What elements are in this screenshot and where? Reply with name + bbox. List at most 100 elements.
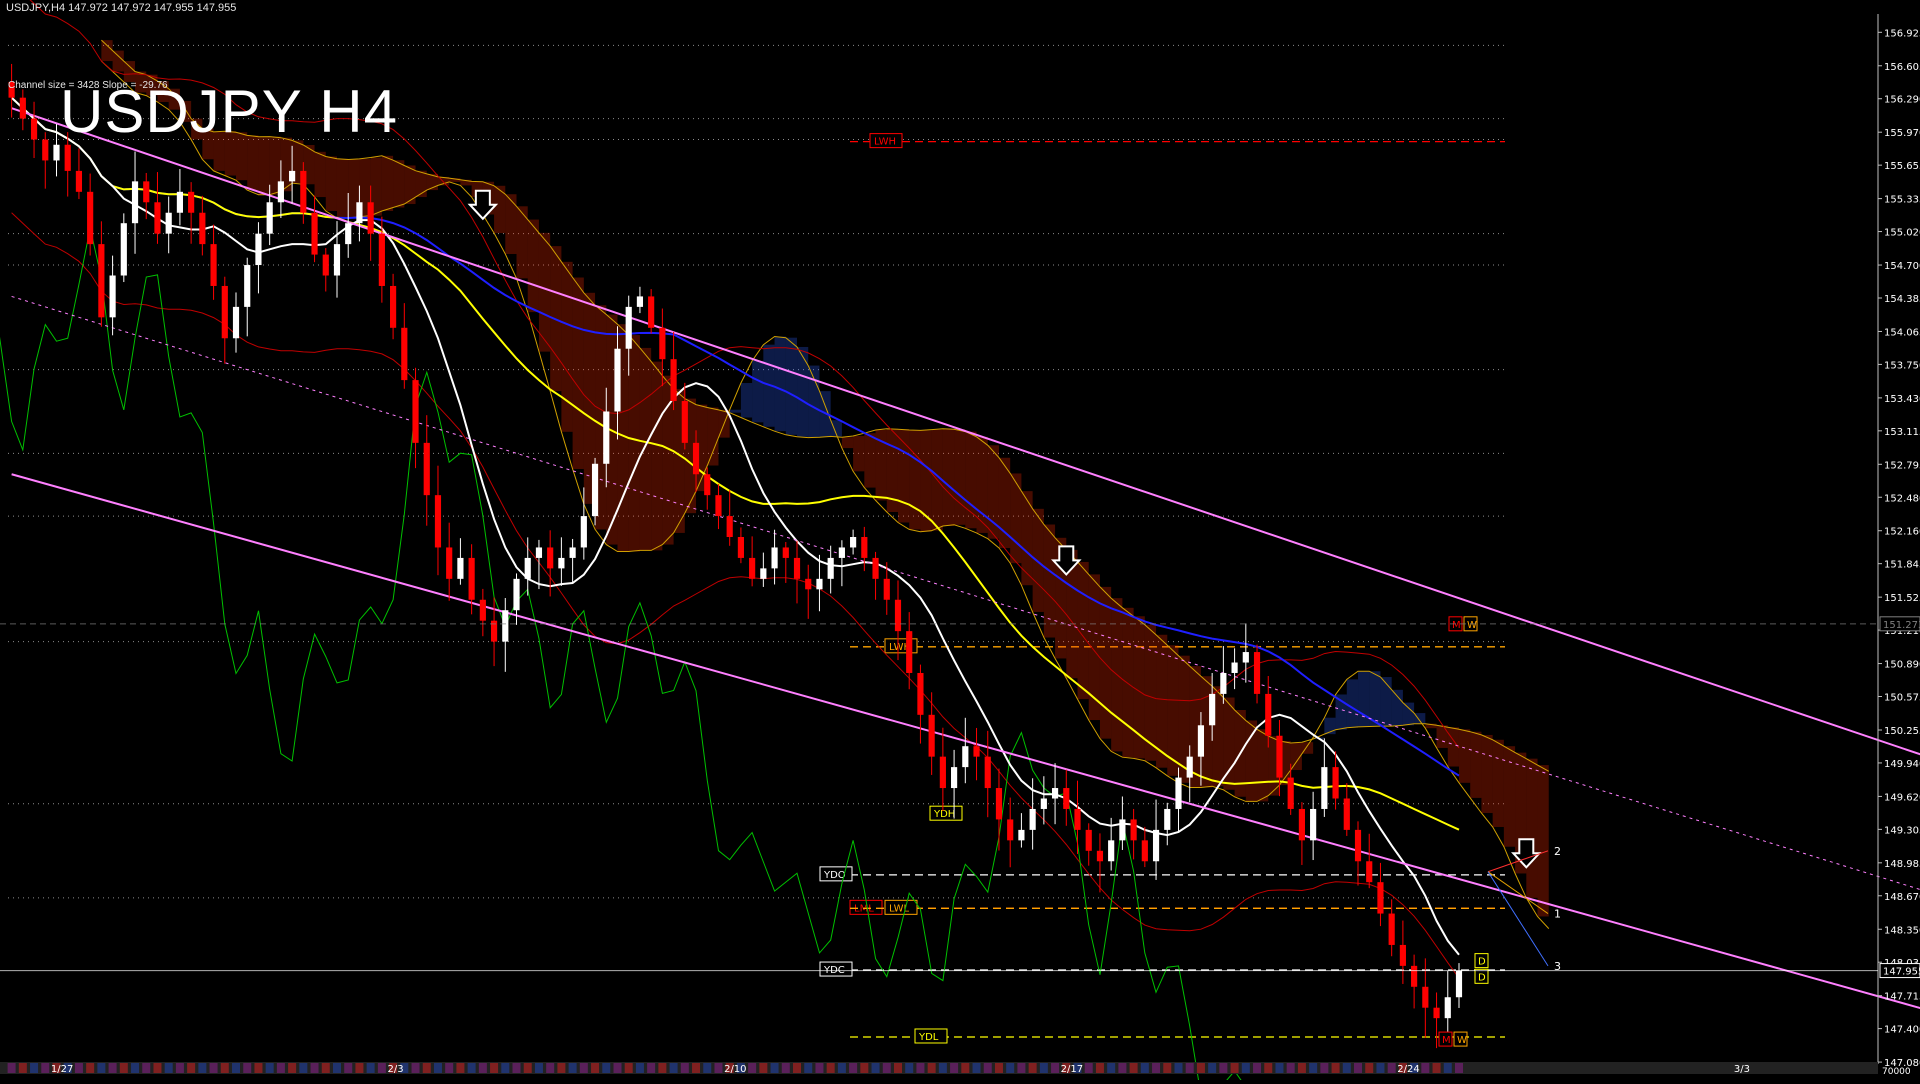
time-strip-cell [344,1063,353,1073]
time-strip-cell [837,1063,846,1073]
y-tick-label: 151.845 [1884,560,1920,571]
candle-body [1085,829,1092,851]
candle-body [591,463,599,517]
time-strip-cell [187,1063,196,1073]
time-strip-cell [422,1063,431,1073]
marker-text-1: W [1467,620,1477,631]
candle-body [412,380,419,443]
candle-body [232,306,240,339]
time-strip-cell [1219,1063,1228,1073]
time-strip-cell [815,1063,824,1073]
y-tick-label: 155.020 [1884,228,1920,239]
candle-body [648,296,655,328]
candle-body [199,212,206,245]
candle-body [1321,767,1328,809]
candle-body [120,223,127,276]
candle-body [345,223,352,245]
candle-body [154,202,161,234]
price-chart[interactable]: LWHLWHYDHYDOLML LWLYDCYDL M WM WDD213 156.9… [0,0,1920,1084]
candle-body [749,557,756,579]
time-strip-cell [411,1063,420,1073]
time-strip-cell [512,1063,521,1073]
time-strip-cell [1286,1063,1295,1073]
candle-body [1063,788,1070,809]
candle-body [659,327,666,360]
kumo-cell [101,40,113,62]
time-strip-cell [276,1063,285,1073]
kumo-cell [258,136,270,195]
candle-body [434,495,442,548]
x-tick-label: 2/17 [1061,1064,1083,1075]
time-strip-cell [1185,1063,1194,1073]
kumo-cell [1402,702,1415,726]
kumo-cell [1380,677,1392,727]
time-strip-cell [1095,1063,1104,1073]
time-strip-cell [445,1063,454,1073]
marker-text-2: M [1442,1035,1451,1046]
candle-body [513,578,520,611]
y-tick-label: 152.160 [1884,527,1920,538]
time-strip-cell [1196,1063,1205,1073]
time-strip-cell [265,1063,274,1073]
time-strip-cell [1140,1063,1149,1073]
time-strip-cell [490,1063,499,1073]
candle-body [883,578,890,600]
volume-label: 70000 [1882,1067,1911,1077]
candle-body [995,788,1003,820]
time-strip-cell [299,1063,308,1073]
time-strip-cell [1152,1063,1161,1073]
time-strip-cell [1051,1063,1060,1073]
projection-label-1: 1 [1554,908,1561,921]
candle-body [19,97,26,119]
level-tag-ydl: YDL [918,1032,939,1043]
kumo-cell [785,337,798,435]
time-strip-cell [41,1063,50,1073]
candle-body [850,537,857,548]
kumo-cell [1099,586,1112,739]
time-strip-cell [366,1063,375,1073]
price-tag-0: 151.273 [1883,620,1920,631]
time-strip-cell [97,1063,106,1073]
time-strip-cell [288,1063,297,1073]
time-strip-cell [321,1063,330,1073]
candle-body [805,578,812,590]
candle-body [692,442,700,475]
kumo-cell [538,232,551,352]
candle-body [1130,819,1137,841]
time-strip-cell [209,1063,218,1073]
kumo-cell [561,261,573,432]
candle-body [636,296,644,307]
candle-body [1186,756,1193,778]
kumo-cell [1436,725,1448,748]
kumo-cell [1537,765,1549,917]
candle-body [1276,735,1283,778]
time-strip-cell [377,1063,386,1073]
y-tick-label: 147.400 [1884,1025,1920,1036]
candle-body [715,495,722,517]
candle-body [1018,829,1025,841]
time-strip-cell [871,1063,880,1073]
time-strip-cell [927,1063,936,1073]
time-strip-cell [30,1063,39,1073]
chart-window: LWH LWH YDH YDO LML LWL YDC YDL MWMWDD213 156.9… [0,0,1920,1084]
time-strip-cell [332,1063,341,1073]
time-strip-cell [1365,1063,1374,1073]
time-strip-cell [501,1063,510,1073]
candle-body [1377,882,1384,914]
candle-body [1354,829,1362,862]
candle-body [681,401,688,443]
kumo-cell [1122,607,1134,758]
kumo-cell [1043,524,1056,638]
candle-body [670,359,677,402]
y-tick-label: 154.700 [1884,261,1920,272]
kumo-cell [1492,739,1504,827]
y-tick-label: 156.290 [1884,95,1920,106]
candle-body [771,547,778,569]
kumo-cell [841,437,854,449]
candle-body [838,547,845,558]
time-strip-cell [793,1063,802,1073]
candle-body [917,672,924,715]
time-strip-cell [433,1063,442,1073]
candle-body [468,557,475,600]
candle-body [1119,819,1126,841]
